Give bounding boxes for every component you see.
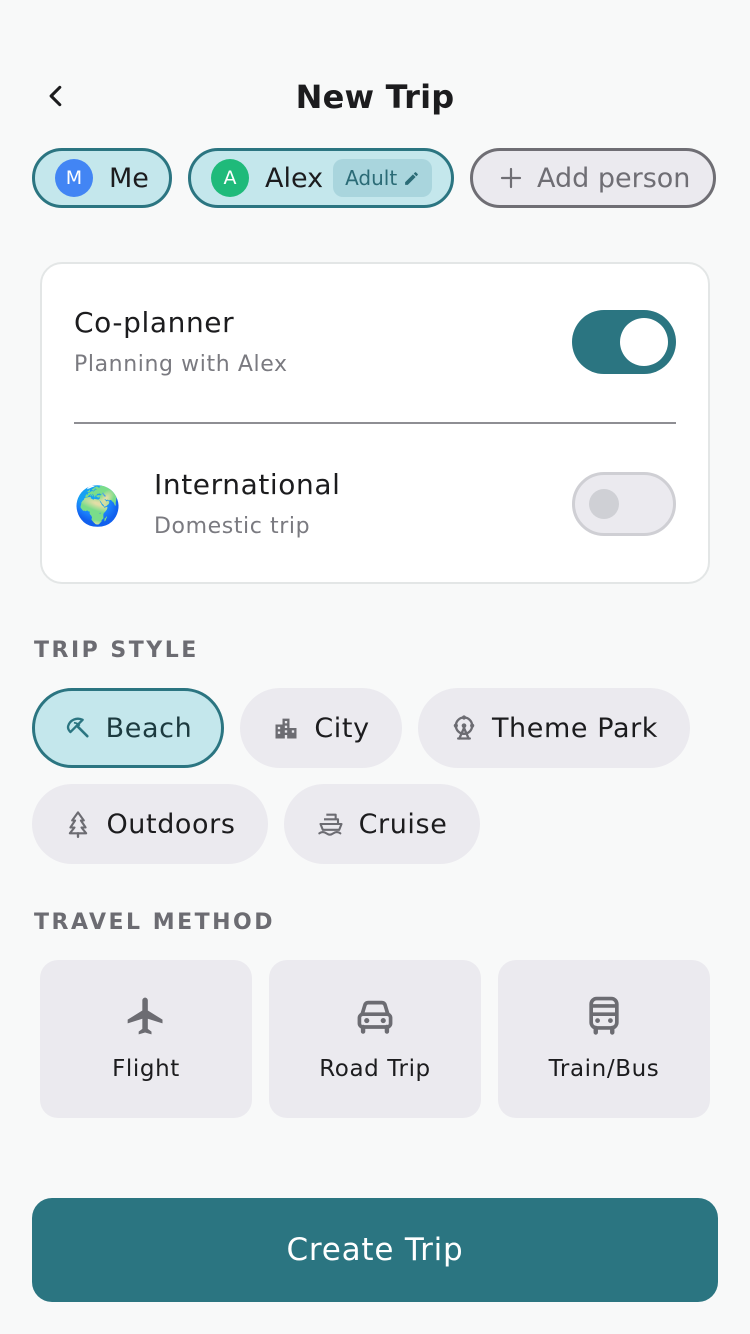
person-chip-alex[interactable]: A Alex Adult: [188, 148, 454, 208]
toggle-knob: [620, 318, 668, 366]
pine-tree-icon: [69, 811, 88, 838]
style-chip-outdoors[interactable]: Outdoors: [32, 784, 268, 864]
method-label: Train/Bus: [548, 1056, 660, 1082]
method-icon: [40, 994, 252, 1038]
international-toggle[interactable]: [572, 472, 676, 536]
coplanner-row: Co-planner Planning with Alex: [74, 294, 676, 394]
person-chip-me[interactable]: M Me: [32, 148, 172, 208]
ferris-wheel-icon: [453, 715, 475, 740]
travel-method-label: TRAVEL METHOD: [34, 910, 276, 935]
coplanner-toggle[interactable]: [572, 310, 676, 374]
divider: [74, 422, 676, 424]
coplanner-title: Co-planner: [74, 306, 235, 339]
toggle-knob: [589, 489, 619, 519]
style-label: City: [314, 712, 370, 744]
page-title: New Trip: [295, 78, 455, 116]
trip-settings-card: Co-planner Planning with Alex 🌍 Internat…: [40, 262, 710, 584]
people-list: M Me A Alex Adult Add person: [0, 142, 750, 222]
ship-icon: [317, 813, 343, 836]
umbrella-icon: [66, 717, 89, 738]
bus-icon: [589, 996, 619, 1035]
avatar: M: [55, 159, 93, 197]
international-subtitle: Domestic trip: [154, 514, 311, 539]
role-badge[interactable]: Adult: [333, 159, 433, 197]
role-label: Adult: [345, 166, 398, 190]
method-card-road-trip[interactable]: Road Trip: [269, 960, 481, 1118]
avatar: A: [211, 159, 249, 197]
create-trip-button[interactable]: Create Trip: [32, 1198, 718, 1302]
international-row: 🌍 International Domestic trip: [74, 456, 676, 556]
style-label: Cruise: [358, 808, 448, 840]
car-icon: [357, 1000, 393, 1034]
international-title: International: [154, 468, 341, 501]
style-chip-beach[interactable]: Beach: [32, 688, 224, 768]
header: New Trip: [0, 60, 750, 134]
style-chip-theme-park[interactable]: Theme Park: [418, 688, 690, 768]
person-name: Alex: [265, 162, 324, 194]
person-name: Me: [109, 162, 149, 194]
method-icon: [498, 994, 710, 1038]
airplane-icon: [127, 997, 163, 1035]
building-icon: [275, 718, 297, 739]
trip-style-label: TRIP STYLE: [34, 638, 199, 663]
plus-icon: [500, 167, 522, 189]
style-label: Beach: [105, 712, 193, 744]
method-label: Road Trip: [319, 1056, 431, 1082]
method-card-flight[interactable]: Flight: [40, 960, 252, 1118]
style-label: Outdoors: [106, 808, 236, 840]
globe-icon: 🌍: [74, 484, 122, 528]
method-label: Flight: [112, 1056, 180, 1082]
style-chip-cruise[interactable]: Cruise: [284, 784, 480, 864]
style-chip-city[interactable]: City: [240, 688, 402, 768]
coplanner-subtitle: Planning with Alex: [74, 352, 288, 377]
method-icon: [269, 994, 481, 1038]
pencil-icon: [405, 171, 419, 185]
add-person-button[interactable]: Add person: [470, 148, 716, 208]
method-card-train-bus[interactable]: Train/Bus: [498, 960, 710, 1118]
add-person-label: Add person: [537, 162, 691, 194]
style-label: Theme Park: [491, 712, 659, 744]
